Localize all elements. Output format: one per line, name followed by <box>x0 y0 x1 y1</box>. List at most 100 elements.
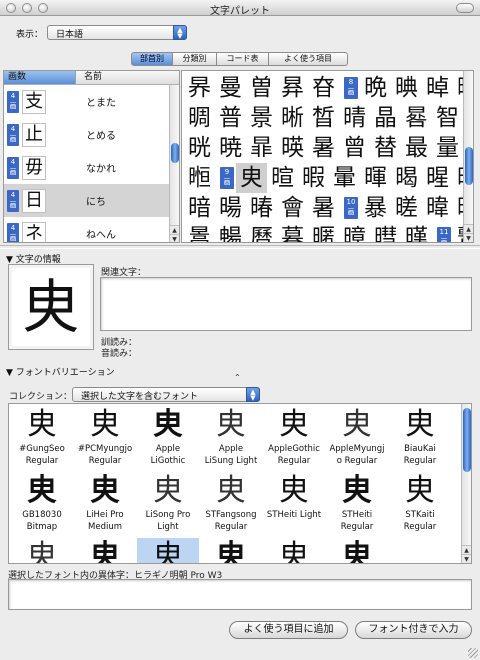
scroll-thumb[interactable] <box>463 408 471 472</box>
related-chars-box[interactable] <box>100 277 472 331</box>
insert-with-font-button[interactable]: フォント付きで入力 <box>355 621 472 639</box>
character-cell[interactable]: 暒 <box>422 163 453 193</box>
font-variant-cell[interactable]: 㬰 <box>11 538 73 563</box>
tab-by-category[interactable]: 分類別 <box>173 52 217 66</box>
font-variant-cell[interactable]: 㬰 LiHei Pro Medium <box>74 472 136 538</box>
character-cell[interactable]: 暱 <box>308 223 339 242</box>
character-cell[interactable]: 暗 <box>184 193 215 223</box>
character-cell[interactable]: 暍 <box>391 163 422 193</box>
name-column-header[interactable]: 名前 <box>76 71 179 84</box>
character-cell[interactable]: 暁 <box>215 133 246 163</box>
font-variant-cell[interactable]: 㬰 STHeiti Light <box>263 472 325 538</box>
scroll-up-button[interactable]: ▲ <box>170 225 179 234</box>
character-cell[interactable]: 暙 <box>246 193 277 223</box>
add-to-favorites-button[interactable]: よく使う項目に追加 <box>229 621 348 639</box>
character-cell[interactable]: 會 <box>277 193 308 223</box>
scroll-thumb[interactable] <box>171 143 179 163</box>
character-cell[interactable]: 晷 <box>401 103 432 133</box>
radical-row[interactable]: 4 画毋 なかれ <box>4 151 179 184</box>
font-grid-scrollbar[interactable]: ▲ ▼ <box>461 404 471 563</box>
character-cell[interactable]: 昪 <box>277 73 308 103</box>
character-cell[interactable]: 最 <box>401 133 432 163</box>
font-variant-cell[interactable]: 㬰 LiSong Pro Light <box>137 472 199 538</box>
character-cell[interactable]: 曆 <box>246 223 277 242</box>
character-cell[interactable]: 暛 <box>391 193 422 223</box>
character-cell[interactable]: 暵 <box>401 223 432 242</box>
character-cell[interactable]: 曼 <box>215 73 246 103</box>
character-cell[interactable]: 暑 <box>308 133 339 163</box>
resize-handle-icon[interactable]: ⌃ <box>234 373 241 382</box>
character-cell[interactable]: 晪 <box>391 73 422 103</box>
character-cell[interactable]: 景 <box>246 103 277 133</box>
scroll-down-button[interactable]: ▼ <box>170 234 179 242</box>
character-cell[interactable]: 替 <box>370 133 401 163</box>
toolbar-toggle-button[interactable] <box>456 3 474 13</box>
font-variant-cell[interactable]: 㬰 Apple LiGothic <box>137 406 199 472</box>
character-cell[interactable]: 暃 <box>246 133 277 163</box>
character-cell[interactable]: 普 <box>215 103 246 133</box>
character-cell[interactable]: 暠 <box>184 223 215 242</box>
character-cell[interactable]: 晄 <box>184 133 215 163</box>
font-variant-cell[interactable]: 㬰 <box>326 538 388 563</box>
font-variation-disclosure[interactable]: ▼ フォントバリエーション <box>6 365 115 378</box>
collection-select[interactable]: 選択した文字を含むフォント ▲ ▼ <box>72 387 260 402</box>
character-cell[interactable]: 暮 <box>277 223 308 242</box>
character-cell[interactable]: 昚 <box>308 73 339 103</box>
character-cell[interactable]: 晰 <box>277 103 308 133</box>
character-grid-scrollbar[interactable]: ▲ ▼ <box>463 71 473 242</box>
character-cell[interactable]: 暈 <box>329 163 360 193</box>
character-cell[interactable]: 晴 <box>339 103 370 133</box>
character-cell[interactable]: 晫 <box>422 73 453 103</box>
font-variant-cell[interactable]: 㬰 #GungSeo Regular <box>11 406 73 472</box>
radical-row[interactable]: 4 画止 とめる <box>4 118 179 151</box>
resize-grip-icon[interactable] <box>468 648 478 658</box>
font-variant-cell[interactable]: 㬰 <box>137 538 199 563</box>
selected-character-preview[interactable]: 㬰 <box>8 264 94 350</box>
character-cell[interactable]: 曽 <box>246 73 277 103</box>
character-cell[interactable]: 晭 <box>184 103 215 133</box>
display-select[interactable]: 日本語 ▲ ▼ <box>47 25 187 40</box>
scroll-up-button[interactable]: ▲ <box>464 224 473 233</box>
character-cell[interactable]: 智 <box>432 103 463 133</box>
character-cell[interactable]: 暐 <box>422 193 453 223</box>
radical-list-scrollbar[interactable]: ▲ ▼ <box>169 85 179 242</box>
character-cell[interactable]: 暢 <box>215 223 246 242</box>
character-cell[interactable]: 晩 <box>360 73 391 103</box>
character-cell[interactable]: 暎 <box>277 133 308 163</box>
font-variant-cell[interactable]: 㬰 AppleGothic Regular <box>263 406 325 472</box>
font-variant-cell[interactable]: 㬰 <box>200 538 262 563</box>
font-variant-cell[interactable]: 㬰 <box>74 538 136 563</box>
font-variant-cell[interactable]: 㬰 STFangsong Regular <box>200 472 262 538</box>
radical-row[interactable]: 4 画日 にち <box>4 184 179 217</box>
character-cell[interactable]: 曾 <box>339 133 370 163</box>
font-variant-cell[interactable]: 㬰 BiauKai Regular <box>389 406 451 472</box>
scroll-thumb[interactable] <box>465 147 473 185</box>
font-variant-cell[interactable]: 㬰 Apple LiSung Light <box>200 406 262 472</box>
font-variant-cell[interactable]: 㬰 #PCMyungjo Regular <box>74 406 136 472</box>
character-cell[interactable]: 暇 <box>298 163 329 193</box>
character-cell[interactable]: 㬰 <box>236 163 267 193</box>
strokes-column-header[interactable]: 画数 <box>4 71 76 84</box>
character-cell[interactable]: 暴 <box>360 193 391 223</box>
tab-by-radical[interactable]: 部首別 <box>131 52 173 66</box>
character-cell[interactable]: 晳 <box>308 103 339 133</box>
scroll-down-button[interactable]: ▼ <box>462 554 471 563</box>
variant-glyphs-box[interactable] <box>8 579 472 610</box>
character-cell[interactable]: 暄 <box>267 163 298 193</box>
character-cell[interactable]: 昦 <box>184 73 215 103</box>
character-cell[interactable]: 晶 <box>370 103 401 133</box>
character-cell[interactable]: 量 <box>432 133 463 163</box>
scroll-down-button[interactable]: ▼ <box>464 233 473 242</box>
font-variant-cell[interactable]: 㬰 AppleMyungj o Regular <box>326 406 388 472</box>
radical-row[interactable]: 4 画支 とまた <box>4 85 179 118</box>
font-variant-cell[interactable]: 㬰 GB18030 Bitmap <box>11 472 73 538</box>
character-cell[interactable]: 暑 <box>308 193 339 223</box>
font-variant-cell[interactable]: 㬰 STKaiti Regular <box>389 472 451 538</box>
character-cell[interactable]: 暉 <box>360 163 391 193</box>
pane-splitter[interactable] <box>0 245 480 249</box>
character-cell[interactable]: 暲 <box>339 223 370 242</box>
font-variant-cell[interactable]: 㬰 STHeiti Regular <box>326 472 388 538</box>
tab-code-table[interactable]: コード表 <box>217 52 269 66</box>
character-cell[interactable]: 暳 <box>370 223 401 242</box>
character-cell[interactable]: 暅 <box>184 163 215 193</box>
